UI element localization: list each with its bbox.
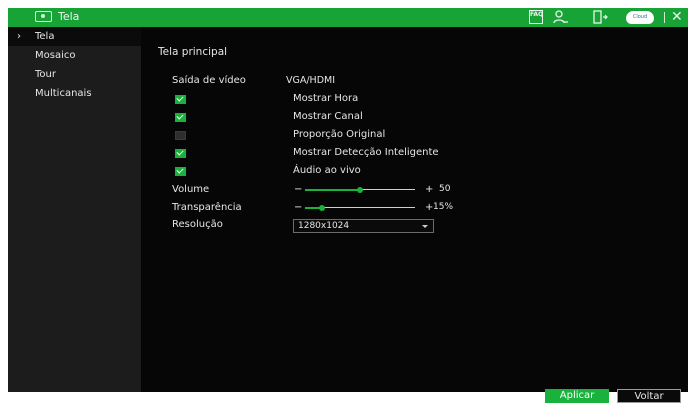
smart-detection-checkbox[interactable] <box>175 149 186 158</box>
main-panel: Tela principal Saída de vídeo VGA/HDMI M… <box>141 27 688 403</box>
show-time-label: Mostrar Hora <box>293 93 359 104</box>
window-title: Tela <box>58 10 80 23</box>
transparency-knob[interactable] <box>319 205 325 211</box>
sidebar-item-mosaico[interactable]: Mosaico <box>8 46 141 65</box>
user-icon[interactable] <box>553 10 569 25</box>
volume-fill <box>305 189 360 191</box>
faq-icon[interactable]: FAQ <box>529 10 543 24</box>
transparency-minus-button[interactable]: − <box>294 203 302 213</box>
dropdown-arrow-icon <box>422 225 428 228</box>
title-bar: Tela FAQ Cloud ✕ <box>8 8 688 27</box>
transparency-label: Transparência <box>172 202 242 213</box>
transparency-slider[interactable] <box>305 204 415 212</box>
volume-knob[interactable] <box>357 187 363 193</box>
show-channel-checkbox[interactable] <box>175 113 186 122</box>
volume-plus-button[interactable]: + <box>425 185 433 195</box>
title-divider <box>664 12 665 23</box>
apply-button[interactable]: Aplicar <box>545 389 609 403</box>
sidebar-item-label: Tela <box>35 31 55 42</box>
close-icon[interactable]: ✕ <box>671 9 683 25</box>
section-title: Tela principal <box>158 46 228 58</box>
smart-detection-label: Mostrar Detecção Inteligente <box>293 147 439 158</box>
sidebar-item-tour[interactable]: Tour <box>8 65 141 84</box>
volume-minus-button[interactable]: − <box>294 185 302 195</box>
sidebar: › Tela Mosaico Tour Multicanais <box>8 27 141 392</box>
original-ratio-label: Proporção Original <box>293 129 386 140</box>
video-output-label: Saída de vídeo <box>172 75 246 86</box>
back-button[interactable]: Voltar <box>617 389 681 403</box>
logout-icon[interactable] <box>592 10 608 25</box>
original-ratio-checkbox[interactable] <box>175 131 186 140</box>
resolution-value: 1280x1024 <box>298 221 350 231</box>
cloud-icon[interactable]: Cloud <box>626 11 654 24</box>
live-audio-checkbox[interactable] <box>175 167 186 176</box>
settings-window: Tela FAQ Cloud ✕ › Tela Mosaico Tour Mul… <box>8 8 688 403</box>
display-icon <box>35 11 52 22</box>
sidebar-item-label: Mosaico <box>35 50 76 61</box>
resolution-select[interactable]: 1280x1024 <box>293 219 434 233</box>
volume-label: Volume <box>172 184 210 195</box>
volume-slider[interactable] <box>305 186 415 194</box>
sidebar-item-label: Tour <box>35 69 56 80</box>
show-channel-label: Mostrar Canal <box>293 111 363 122</box>
video-output-value: VGA/HDMI <box>286 75 336 86</box>
sidebar-item-tela[interactable]: › Tela <box>8 27 141 46</box>
transparency-value: 15% <box>433 202 454 212</box>
live-audio-label: Áudio ao vivo <box>293 165 361 176</box>
sidebar-item-label: Multicanais <box>35 88 92 99</box>
volume-value: 50 <box>439 184 451 194</box>
chevron-right-icon: › <box>17 31 21 42</box>
sidebar-item-multicanais[interactable]: Multicanais <box>8 84 141 103</box>
resolution-label: Resolução <box>172 219 223 230</box>
show-time-checkbox[interactable] <box>175 95 186 104</box>
